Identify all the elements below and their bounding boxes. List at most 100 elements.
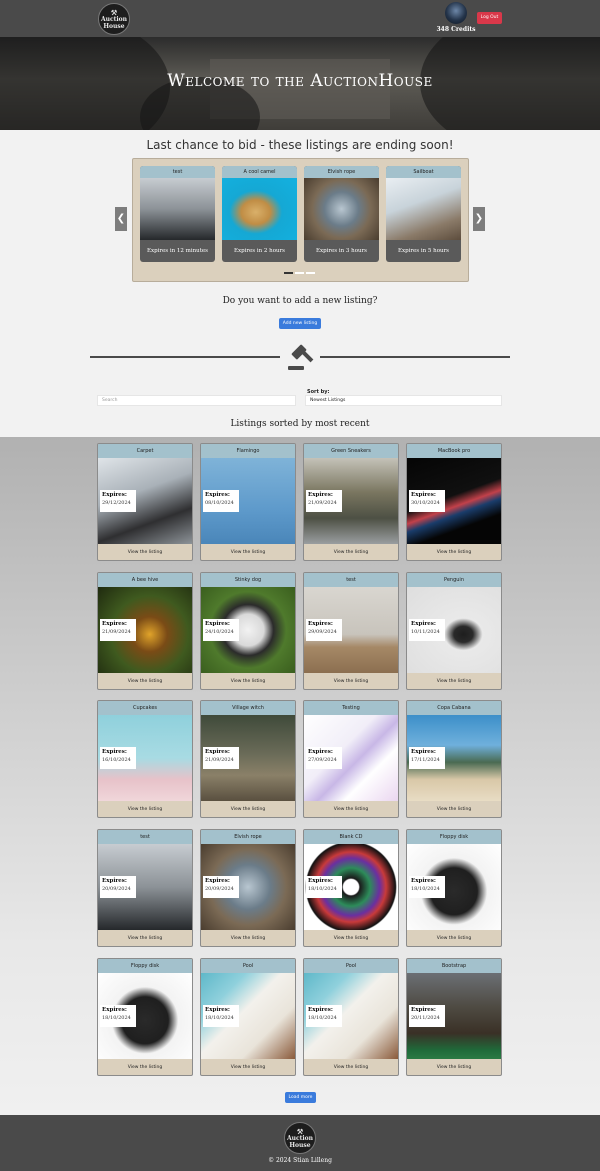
carousel-card-expiry: Expires in 2 hours: [234, 248, 285, 254]
expiry-date: 18/10/2024: [102, 1015, 131, 1021]
listing-image: Expires: 21/09/2024: [304, 458, 398, 544]
view-listing-link[interactable]: View the listing: [98, 544, 192, 560]
hero-title: Welcome to the AuctionHouse: [167, 71, 433, 91]
expiry-label: Expires:: [308, 878, 333, 884]
listing-title: Penguin: [407, 573, 501, 587]
carousel-next-button[interactable]: ❯: [473, 207, 485, 231]
view-listing-link[interactable]: View the listing: [201, 544, 295, 560]
listing-card[interactable]: Stinky dog Expires: 24/10/2024 View the l…: [200, 572, 296, 690]
expiry-label: Expires:: [411, 749, 436, 755]
listing-title: Pool: [304, 959, 398, 973]
listing-card[interactable]: Carpet Expires: 29/12/2024 View the listi…: [97, 443, 193, 561]
listing-title: Testing: [304, 701, 398, 715]
carousel-card-image: [304, 178, 379, 240]
listing-title: Pool: [201, 959, 295, 973]
view-listing-link[interactable]: View the listing: [201, 801, 295, 817]
view-listing-link[interactable]: View the listing: [304, 544, 398, 560]
listing-card[interactable]: Pool Expires: 18/10/2024 View the listing: [200, 958, 296, 1076]
view-listing-link[interactable]: View the listing: [304, 673, 398, 689]
carousel-prev-button[interactable]: ❮: [115, 207, 127, 231]
auctionhouse-logo[interactable]: ⚒ Auction House: [98, 3, 130, 35]
listing-card[interactable]: Flamingo Expires: 08/10/2024 View the lis…: [200, 443, 296, 561]
expiry-date: 20/09/2024: [205, 886, 234, 892]
listing-card[interactable]: Green Sneakers Expires: 21/09/2024 View t…: [303, 443, 399, 561]
expiry-box: Expires: 16/10/2024: [100, 747, 136, 769]
listing-card[interactable]: A bee hive Expires: 21/09/2024 View the l…: [97, 572, 193, 690]
listing-image: Expires: 21/09/2024: [98, 587, 192, 673]
listing-image: Expires: 21/09/2024: [201, 715, 295, 801]
view-listing-link[interactable]: View the listing: [98, 673, 192, 689]
listing-title: A bee hive: [98, 573, 192, 587]
view-listing-link[interactable]: View the listing: [407, 673, 501, 689]
listing-title: Elvish rope: [201, 830, 295, 844]
search-input[interactable]: Search: [97, 395, 296, 406]
view-listing-link[interactable]: View the listing: [98, 801, 192, 817]
view-listing-link[interactable]: View the listing: [98, 1059, 192, 1075]
user-avatar[interactable]: [445, 2, 467, 24]
listing-image: Expires: 27/09/2024: [304, 715, 398, 801]
listing-card[interactable]: Village witch Expires: 21/09/2024 View th…: [200, 700, 296, 818]
expiry-box: Expires: 21/09/2024: [100, 619, 136, 641]
view-listing-link[interactable]: View the listing: [407, 930, 501, 946]
carousel-card[interactable]: test Expires in 12 minutes: [140, 166, 215, 262]
listing-card[interactable]: Pool Expires: 18/10/2024 View the listing: [303, 958, 399, 1076]
add-listing-button[interactable]: Add new listing: [279, 318, 321, 329]
listing-card[interactable]: test Expires: 20/09/2024 View the listing: [97, 829, 193, 947]
view-listing-link[interactable]: View the listing: [304, 930, 398, 946]
logout-button[interactable]: Log Out: [477, 12, 502, 24]
listing-card[interactable]: Penguin Expires: 10/11/2024 View the list…: [406, 572, 502, 690]
listing-image: Expires: 18/10/2024: [98, 973, 192, 1059]
listing-title: Cupcakes: [98, 701, 192, 715]
listing-title: MacBook pro: [407, 444, 501, 458]
expiry-box: Expires: 18/10/2024: [306, 1005, 342, 1027]
expiry-date: 18/10/2024: [205, 1015, 234, 1021]
carousel-card-title: Elvish rope: [304, 166, 379, 178]
listing-title: Bootstrap: [407, 959, 501, 973]
listing-image: Expires: 16/10/2024: [98, 715, 192, 801]
expiry-label: Expires:: [205, 621, 230, 627]
expiry-label: Expires:: [308, 492, 333, 498]
chevron-left-icon: ❮: [116, 213, 126, 224]
carousel-indicator[interactable]: [295, 272, 304, 274]
view-listing-link[interactable]: View the listing: [201, 930, 295, 946]
carousel-card[interactable]: Sailboat Expires in 5 hours: [386, 166, 461, 262]
carousel-indicator[interactable]: [306, 272, 315, 274]
listing-card[interactable]: Bootstrap Expires: 20/11/2024 View the li…: [406, 958, 502, 1076]
listing-card[interactable]: Elvish rope Expires: 20/09/2024 View the …: [200, 829, 296, 947]
listing-image: Expires: 18/10/2024: [407, 844, 501, 930]
carousel-card[interactable]: Elvish rope Expires in 3 hours: [304, 166, 379, 262]
carousel-indicator[interactable]: [284, 272, 293, 274]
view-listing-link[interactable]: View the listing: [98, 930, 192, 946]
view-listing-link[interactable]: View the listing: [201, 673, 295, 689]
carousel-card-expiry: Expires in 3 hours: [316, 248, 367, 254]
carousel-card-title: Sailboat: [386, 166, 461, 178]
view-listing-link[interactable]: View the listing: [407, 544, 501, 560]
listing-card[interactable]: Floppy disk Expires: 18/10/2024 View the …: [97, 958, 193, 1076]
listing-card[interactable]: MacBook pro Expires: 30/10/2024 View the …: [406, 443, 502, 561]
view-listing-link[interactable]: View the listing: [304, 801, 398, 817]
listing-card[interactable]: Testing Expires: 27/09/2024 View the list…: [303, 700, 399, 818]
load-more-button[interactable]: Load more: [285, 1092, 316, 1103]
listing-card[interactable]: Blank CD Expires: 18/10/2024 View the lis…: [303, 829, 399, 947]
footer-logo[interactable]: ⚒ Auction House: [284, 1122, 316, 1154]
listing-card[interactable]: test Expires: 29/09/2024 View the listing: [303, 572, 399, 690]
listing-title: Stinky dog: [201, 573, 295, 587]
view-listing-link[interactable]: View the listing: [201, 1059, 295, 1075]
listing-card[interactable]: Floppy disk Expires: 18/10/2024 View the …: [406, 829, 502, 947]
expiry-box: Expires: 18/10/2024: [203, 1005, 239, 1027]
gavel-icon: [288, 344, 314, 370]
listing-card[interactable]: Copa Cabana Expires: 17/11/2024 View the …: [406, 700, 502, 818]
view-listing-link[interactable]: View the listing: [304, 1059, 398, 1075]
view-listing-link[interactable]: View the listing: [407, 801, 501, 817]
listing-card[interactable]: Cupcakes Expires: 16/10/2024 View the lis…: [97, 700, 193, 818]
carousel-card[interactable]: A cool camel Expires in 2 hours: [222, 166, 297, 262]
view-listing-link[interactable]: View the listing: [407, 1059, 501, 1075]
expiry-date: 18/10/2024: [308, 886, 337, 892]
listing-title: test: [304, 573, 398, 587]
expiry-label: Expires:: [102, 621, 127, 627]
expiry-date: 20/11/2024: [411, 1015, 440, 1021]
expiry-label: Expires:: [205, 1007, 230, 1013]
listing-image: Expires: 20/09/2024: [98, 844, 192, 930]
sort-select[interactable]: Newest Listings: [305, 395, 502, 406]
expiry-box: Expires: 21/09/2024: [306, 490, 342, 512]
